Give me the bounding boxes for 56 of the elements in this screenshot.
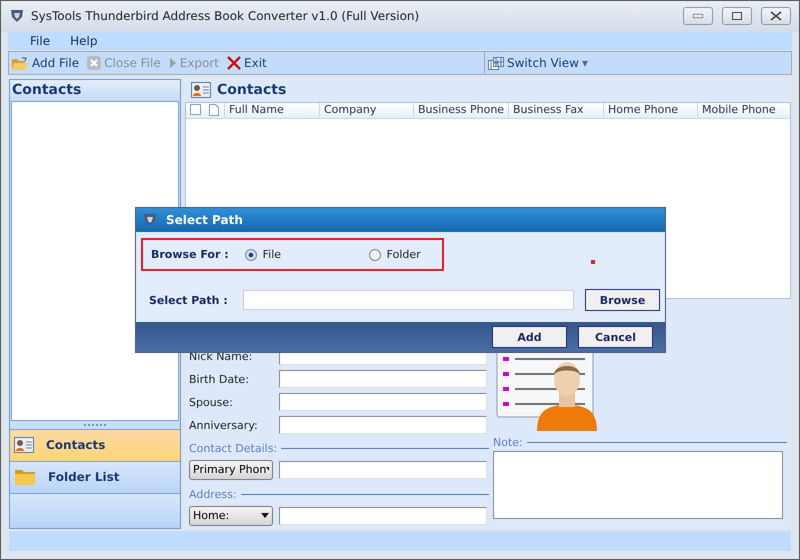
column-header[interactable]: Business Fax: [508, 102, 603, 117]
radio-option[interactable]: Folder: [368, 248, 421, 261]
switch-view-button[interactable]: Switch View ▾: [488, 56, 588, 70]
dialog-button[interactable]: Add: [492, 326, 567, 348]
close-button[interactable]: [761, 7, 791, 26]
close-file-icon: [87, 56, 102, 70]
dialog-title: Select Path: [166, 213, 243, 227]
path-field[interactable]: [242, 290, 574, 310]
play-arrow-icon: [168, 57, 177, 70]
pane-title: Contacts: [10, 80, 180, 101]
field-label: Browse For :: [151, 248, 229, 261]
nav-item[interactable]: Folder List: [10, 460, 180, 493]
input-field[interactable]: [279, 506, 487, 525]
minimize-icon: [693, 14, 703, 18]
column-header[interactable]: Company: [319, 102, 413, 117]
section-title: Contacts: [217, 82, 286, 98]
close-icon: [227, 56, 242, 70]
input-field[interactable]: [279, 416, 487, 434]
shield-logo-icon: [9, 9, 25, 24]
nav-item[interactable]: Contacts: [10, 428, 180, 461]
grid-icon: [488, 56, 504, 70]
menu-item[interactable]: File: [22, 34, 58, 48]
maximize-icon: [732, 12, 742, 20]
group-label: Address:: [189, 488, 237, 502]
open-folder-icon: [11, 56, 29, 71]
radio-option[interactable]: File: [244, 248, 369, 261]
field-label: Birth Date:: [189, 372, 250, 386]
checkbox[interactable]: [190, 104, 200, 116]
contact-card-icon: [14, 437, 34, 454]
group-label: Note:: [493, 436, 523, 450]
folder-icon: [14, 468, 36, 486]
input-field[interactable]: [279, 393, 487, 412]
toolbar-button[interactable]: Exit: [227, 56, 267, 70]
address-type-dropdown[interactable]: Home:: [189, 506, 273, 526]
toolbar-button[interactable]: Add File: [11, 56, 80, 71]
browse-button[interactable]: Browse: [585, 289, 660, 311]
dialog-button[interactable]: Cancel: [578, 326, 653, 348]
minimize-button[interactable]: [683, 7, 713, 26]
contact-card-icon: [191, 82, 211, 98]
menu-item[interactable]: Help: [62, 34, 106, 48]
window-title: SysTools Thunderbird Address Book Converter v1.0 (Full Version): [31, 9, 420, 24]
maximize-button[interactable]: [722, 7, 752, 26]
field-label: Anniversary:: [189, 418, 259, 432]
field-label: Spouse:: [189, 396, 234, 409]
column-header[interactable]: Business Phone: [413, 102, 508, 117]
group-label: Contact Details:: [189, 442, 278, 456]
column-header[interactable]: Mobile Phone: [697, 102, 790, 117]
input-field[interactable]: [279, 460, 487, 479]
field-label: Select Path :: [149, 294, 229, 306]
shield-logo-icon: [142, 213, 158, 227]
phone-type-dropdown[interactable]: Primary Phon: [189, 460, 273, 480]
column-header[interactable]: Home Phone: [603, 102, 697, 117]
column-header[interactable]: Full Name: [224, 102, 319, 117]
close-icon: [770, 11, 782, 22]
input-field[interactable]: [279, 370, 487, 388]
note-field[interactable]: [493, 450, 783, 519]
